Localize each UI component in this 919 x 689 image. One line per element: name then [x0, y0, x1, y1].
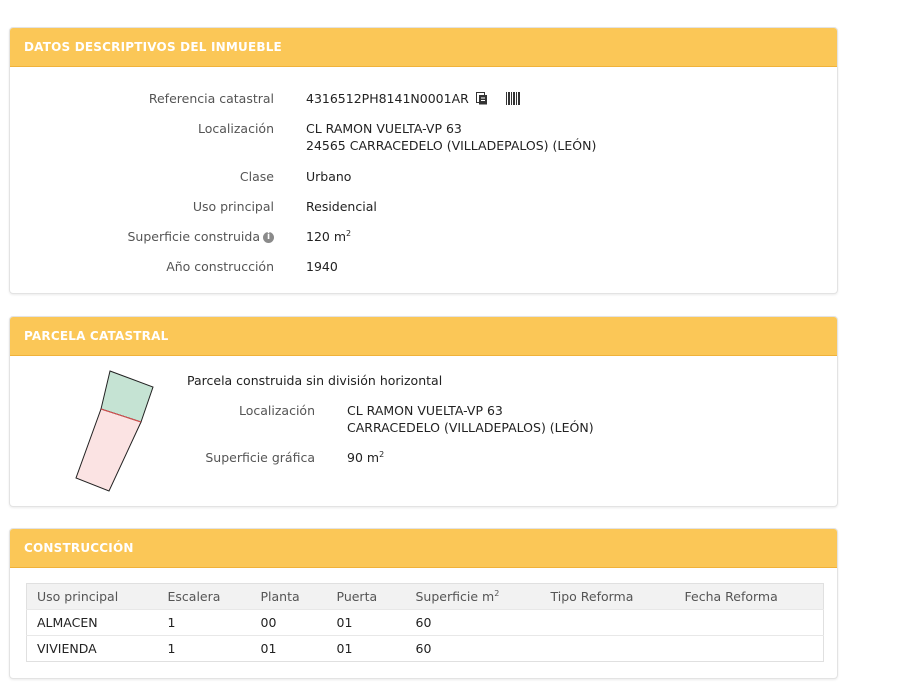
copy-icon[interactable]	[475, 91, 488, 108]
parcela-header: PARCELA CATASTRAL	[10, 317, 837, 356]
sup-unit-exp: 2	[346, 228, 352, 238]
col-header-fecha-reforma: Fecha Reforma	[674, 583, 824, 610]
ref-value-row: 4316512PH8141N0001AR	[306, 91, 520, 108]
parcela-loc-line2: CARRACEDELO (VILLADEPALOS) (LEÓN)	[347, 420, 594, 435]
info-icon[interactable]: i	[263, 232, 274, 243]
uso-label: Uso principal	[192, 199, 274, 214]
table-cell: 01	[326, 635, 406, 662]
table-cell: 60	[405, 635, 541, 662]
table-cell: 00	[250, 609, 327, 636]
clase-value: Urbano	[306, 169, 352, 184]
sup-value: 120 m	[306, 229, 347, 244]
ref-label: Referencia catastral	[148, 91, 274, 106]
parcel-sketch[interactable]	[72, 369, 172, 499]
table-header-row: Uso principal Escalera Planta Puerta Sup…	[26, 583, 824, 610]
table-cell: VIVIENDA	[26, 635, 158, 662]
parcela-sup-row: 90 m2	[347, 450, 384, 465]
loc-line2: 24565 CARRACEDELO (VILLADEPALOS) (LEÓN)	[306, 138, 597, 153]
anio-value: 1940	[306, 259, 338, 274]
construccion-panel: CONSTRUCCIÓN Uso principal Escalera Plan…	[9, 528, 838, 679]
table-cell: 01	[326, 609, 406, 636]
table-cell: 1	[157, 635, 251, 662]
parcel-yard-area	[75, 408, 142, 492]
table-cell	[674, 635, 824, 662]
loc-label: Localización	[197, 121, 274, 136]
col-header-superficie-exp: 2	[494, 588, 500, 598]
table-cell	[674, 609, 824, 636]
sup-value-row: 120 m2	[306, 229, 351, 244]
table-cell: 1	[157, 609, 251, 636]
construccion-table: Uso principal Escalera Planta Puerta Sup…	[26, 583, 824, 662]
table-cell: ALMACEN	[26, 609, 158, 636]
col-header-tipo-reforma: Tipo Reforma	[540, 583, 675, 610]
parcela-description: Parcela construida sin división horizont…	[187, 373, 443, 388]
ref-value: 4316512PH8141N0001AR	[306, 91, 469, 106]
col-header-puerta: Puerta	[326, 583, 406, 610]
table-row: ALMACEN 1 00 01 60	[26, 609, 824, 636]
col-header-uso: Uso principal	[26, 583, 158, 610]
parcela-sup-value: 90 m	[347, 450, 380, 465]
parcela-loc-line1: CL RAMON VUELTA-VP 63	[347, 403, 503, 418]
table-cell	[540, 635, 675, 662]
col-header-planta: Planta	[250, 583, 327, 610]
inmueble-panel: DATOS DESCRIPTIVOS DEL INMUEBLE Referenc…	[9, 27, 838, 294]
sup-label-row: Superficie construida i	[127, 229, 274, 244]
parcela-loc-label: Localización	[238, 403, 315, 418]
barcode-icon[interactable]	[505, 91, 520, 108]
clase-label: Clase	[239, 169, 274, 184]
loc-line1: CL RAMON VUELTA-VP 63	[306, 121, 462, 136]
parcela-panel: PARCELA CATASTRAL Parcela construida sin…	[9, 316, 838, 507]
anio-label: Año construcción	[166, 259, 274, 274]
table-cell: 01	[250, 635, 327, 662]
parcela-sup-exp: 2	[379, 449, 385, 459]
inmueble-header: DATOS DESCRIPTIVOS DEL INMUEBLE	[10, 28, 837, 67]
col-header-superficie-text: Superficie m	[415, 589, 495, 604]
uso-value: Residencial	[306, 199, 377, 214]
sup-label: Superficie construida	[127, 229, 261, 244]
construccion-header: CONSTRUCCIÓN	[10, 529, 837, 568]
parcela-sup-label: Superficie gráfica	[205, 450, 315, 465]
table-cell	[540, 609, 675, 636]
col-header-escalera: Escalera	[157, 583, 251, 610]
col-header-superficie: Superficie m2	[405, 583, 541, 610]
table-cell: 60	[405, 609, 541, 636]
table-row: VIVIENDA 1 01 01 60	[26, 635, 824, 662]
